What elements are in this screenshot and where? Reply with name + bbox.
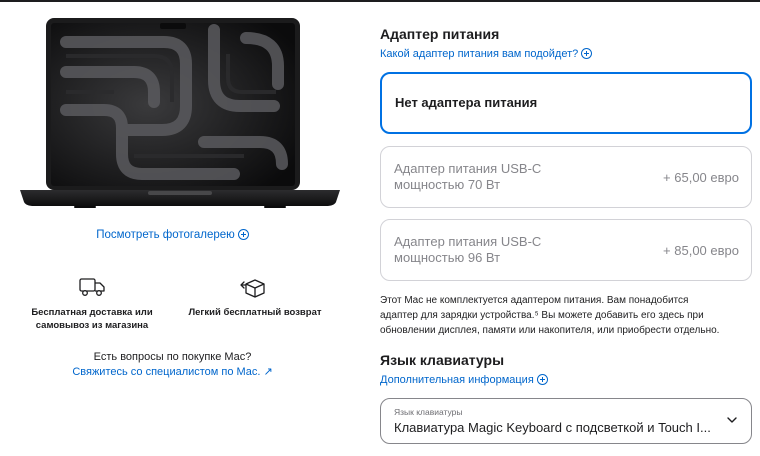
feature-return: Легкий бесплатный возврат [180, 276, 330, 319]
configuration-column: Адаптер питания Какой адаптер питания ва… [380, 0, 752, 456]
feature-delivery: Бесплатная доставка или самовывоз из маг… [22, 276, 162, 332]
adapter-option-70w[interactable]: Адаптер питания USB‑C мощностью 70 Вт + … [380, 146, 752, 208]
photo-gallery-link-label: Посмотреть фотогалерею [96, 229, 235, 241]
power-adapter-help-link[interactable]: Какой адаптер питания вам подойдет? [380, 48, 593, 60]
power-adapter-note: Этот Mac не комплектуется адаптером пита… [380, 293, 752, 338]
power-adapter-note-line: адаптер для зарядки устройства.⁵ Вы може… [380, 310, 704, 321]
plus-circle-icon [536, 374, 548, 385]
adapter-option-none-label: Нет адаптера питания [395, 95, 538, 110]
adapter-option-96w-label-line1: Адаптер питания USB‑C [394, 234, 542, 249]
adapter-option-none[interactable]: Нет адаптера питания [380, 72, 752, 134]
adapter-option-96w-price: + 85,00 евро [663, 243, 739, 258]
keyboard-info-link-label: Дополнительная информация [380, 374, 534, 386]
plus-circle-icon [237, 229, 249, 240]
chevron-down-icon [727, 417, 737, 423]
adapter-option-96w-label: Адаптер питания USB‑C мощностью 96 Вт [394, 234, 541, 266]
help-section: Есть вопросы по покупке Mac? Свяжитесь с… [0, 350, 345, 380]
feature-delivery-label: Бесплатная доставка или самовывоз из маг… [31, 307, 153, 331]
keyboard-language-heading: Язык клавиатуры [380, 352, 505, 368]
power-adapter-help-link-label: Какой адаптер питания вам подойдет? [380, 48, 579, 60]
keyboard-language-select[interactable]: Язык клавиатуры Клавиатура Magic Keyboar… [380, 398, 752, 444]
return-box-icon [240, 279, 265, 298]
feature-return-label: Легкий бесплатный возврат [188, 307, 322, 318]
adapter-option-70w-label: Адаптер питания USB‑C мощностью 70 Вт [394, 161, 541, 193]
adapter-option-70w-price: + 65,00 евро [663, 170, 739, 185]
delivery-truck-icon [79, 278, 105, 296]
macbook-image [20, 18, 340, 208]
adapter-option-96w-label-line2: мощностью 96 Вт [394, 250, 501, 265]
adapter-option-96w[interactable]: Адаптер питания USB‑C мощностью 96 Вт + … [380, 219, 752, 281]
adapter-option-70w-label-line1: Адаптер питания USB‑C [394, 161, 542, 176]
power-adapter-note-line: обновлении дисплея, памяти или накопител… [380, 325, 720, 336]
power-adapter-note-line: Этот Mac не комплектуется адаптером пита… [380, 295, 689, 306]
adapter-option-70w-label-line2: мощностью 70 Вт [394, 177, 501, 192]
keyboard-language-select-value: Клавиатура Magic Keyboard с подсветкой и… [394, 420, 711, 435]
power-adapter-heading: Адаптер питания [380, 26, 500, 42]
keyboard-language-select-label: Язык клавиатуры [394, 407, 463, 417]
plus-circle-icon [581, 48, 593, 59]
help-question: Есть вопросы по покупке Mac? [93, 351, 252, 363]
photo-gallery-link[interactable]: Посмотреть фотогалерею [0, 229, 345, 241]
keyboard-info-link[interactable]: Дополнительная информация [380, 374, 548, 386]
contact-specialist-link[interactable]: Свяжитесь со специалистом по Mac. ↗ [0, 365, 345, 380]
product-gallery-column: Посмотреть фотогалерею Бесплатная достав… [0, 0, 360, 456]
